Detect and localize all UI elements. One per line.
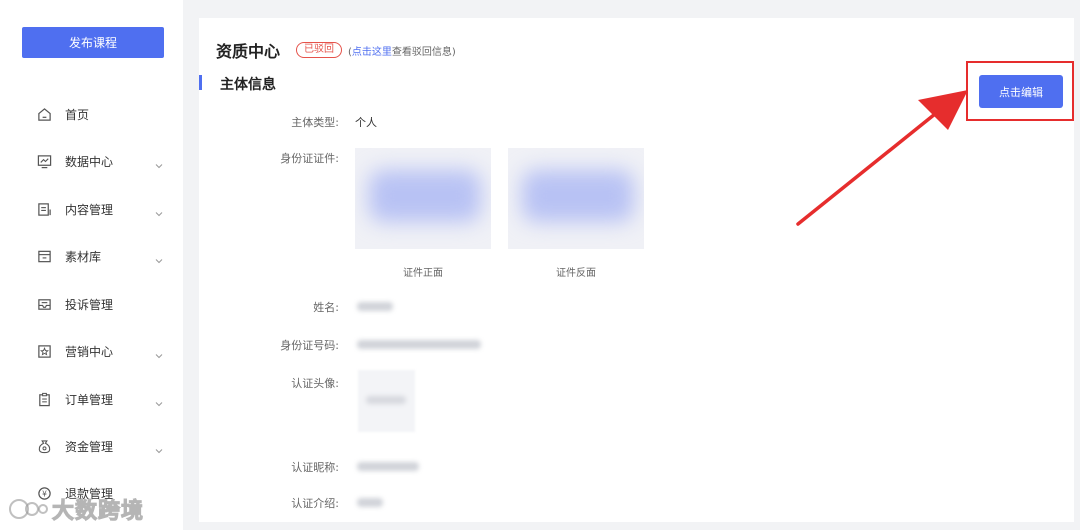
sidebar-item-label: 资金管理: [65, 439, 114, 454]
sidebar-item-funds[interactable]: 资金管理: [0, 431, 183, 461]
chevron-down-icon: [154, 251, 164, 264]
watermark: 大数跨境: [8, 493, 144, 525]
reject-hint: (点击这里查看驳回信息): [348, 43, 456, 58]
inbox-icon: [37, 297, 52, 312]
chevron-down-icon: [154, 441, 164, 454]
sidebar-item-materials[interactable]: 素材库: [0, 241, 183, 271]
id-back-caption: 证件反面: [556, 268, 596, 279]
money-bag-icon: [37, 439, 52, 454]
id-number-value-redacted: [357, 340, 481, 349]
status-badge: 已驳回: [296, 42, 343, 58]
nickname-value-redacted: [357, 462, 419, 471]
avatar-label: 认证头像:: [291, 377, 339, 390]
star-icon: [37, 344, 52, 359]
id-number-label: 身份证号码:: [280, 339, 339, 352]
publish-course-button[interactable]: 发布课程: [22, 27, 164, 58]
sidebar-item-marketing[interactable]: 营销中心: [0, 336, 183, 366]
sidebar-item-content[interactable]: 内容管理: [0, 194, 183, 224]
clipboard-icon: [37, 392, 52, 407]
section-accent-bar: [199, 75, 202, 90]
chevron-down-icon: [154, 346, 164, 359]
intro-label: 认证介绍:: [291, 497, 339, 510]
chevron-down-icon: [154, 156, 164, 169]
id-front-image[interactable]: [355, 148, 491, 249]
annotation-arrow: [796, 90, 968, 226]
avatar-image[interactable]: [358, 370, 415, 432]
nickname-label: 认证昵称:: [291, 461, 339, 474]
title-row: 资质中心 已驳回 (点击这里查看驳回信息): [216, 38, 456, 62]
sidebar-item-label: 素材库: [65, 249, 102, 264]
sidebar-item-data-center[interactable]: 数据中心: [0, 146, 183, 176]
sidebar-item-label: 内容管理: [65, 202, 114, 217]
page-title: 资质中心: [216, 42, 281, 61]
folder-icon: [37, 249, 52, 264]
sidebar-item-label: 首页: [65, 107, 90, 122]
chevron-down-icon: [154, 204, 164, 217]
sidebar-item-home[interactable]: 首页: [0, 99, 183, 129]
watermark-text: 大数跨境: [51, 499, 145, 525]
name-label: 姓名:: [313, 301, 339, 314]
sidebar-item-complaints[interactable]: 投诉管理: [0, 289, 183, 319]
id-docs-label: 身份证证件:: [280, 152, 339, 165]
sidebar-item-label: 营销中心: [65, 344, 114, 359]
intro-value-redacted: [357, 498, 383, 507]
id-front-caption: 证件正面: [403, 268, 443, 279]
subject-type-value: 个人: [355, 116, 377, 129]
document-icon: [37, 202, 52, 217]
subject-type-label: 主体类型:: [291, 116, 339, 129]
section-title: 主体信息: [220, 77, 276, 93]
name-value-redacted: [357, 302, 393, 311]
chevron-down-icon: [154, 394, 164, 407]
home-icon: [37, 107, 52, 122]
watermark-logo-icon: [9, 499, 48, 519]
sidebar-item-orders[interactable]: 订单管理: [0, 384, 183, 414]
hint-suffix: 查看驳回信息): [391, 46, 456, 58]
sidebar-item-label: 订单管理: [65, 392, 114, 407]
sidebar-item-label: 数据中心: [65, 154, 114, 169]
sidebar: 发布课程 首页 数据中心 内容管理 素材库 投诉管理 营销中心 订单管理 资金管…: [0, 0, 183, 530]
edit-button[interactable]: 点击编辑: [979, 75, 1063, 108]
view-reject-reason-link[interactable]: 点击这里: [352, 47, 392, 58]
chart-icon: [37, 154, 52, 169]
sidebar-item-label: 投诉管理: [65, 297, 114, 312]
id-back-image[interactable]: [508, 148, 644, 249]
